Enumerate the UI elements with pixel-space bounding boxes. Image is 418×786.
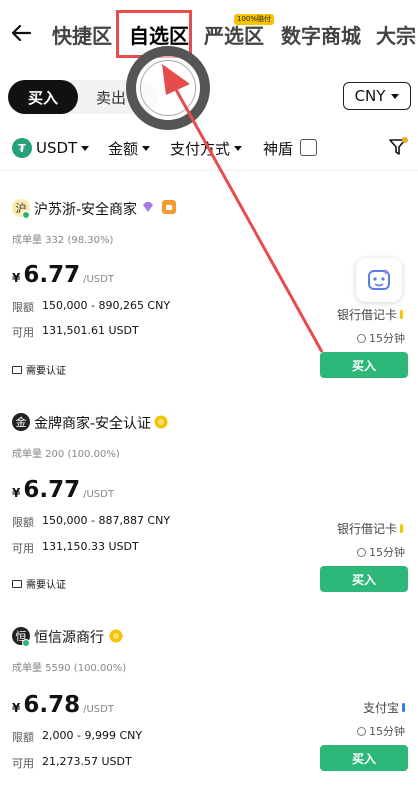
chevron-down-icon [234, 146, 243, 151]
buy-tab[interactable]: 买入 [8, 80, 78, 114]
verify-label: 需要认证 [26, 580, 66, 591]
available-label: 可用 [12, 757, 34, 770]
sell-tab[interactable]: 卖出 [96, 80, 126, 114]
buy-button[interactable]: 买入 [320, 352, 408, 378]
chevron-down-icon [81, 145, 90, 151]
time-label: 15分钟 [369, 332, 405, 345]
payment-filter[interactable]: 支付方式 [170, 138, 243, 159]
id-card-icon [12, 579, 22, 588]
buy-button[interactable]: 买入 [320, 566, 408, 592]
diamond-icon [143, 202, 153, 212]
order-stats: 成单量 5590 (100.00%) [12, 663, 127, 674]
payment-method: 支付宝 [363, 701, 400, 715]
alipay-indicator [402, 703, 406, 712]
shield-checkbox[interactable] [300, 139, 317, 156]
verify-label: 需要认证 [26, 366, 66, 377]
time-label: 15分钟 [369, 546, 405, 559]
verify-required: 需要认证 [12, 576, 66, 591]
currency-label: CNY [354, 87, 386, 105]
time-label: 15分钟 [369, 725, 405, 738]
available-value: 131,150.33 USDT [42, 540, 139, 553]
chevron-down-icon [391, 93, 400, 99]
id-card-icon [12, 365, 22, 374]
amount-label: 金额 [108, 140, 139, 158]
payment-method: 银行借记卡 [337, 308, 398, 322]
payment-method: 银行借记卡 [337, 522, 398, 536]
payment-time: 15分钟 [357, 723, 405, 739]
clock-icon [357, 726, 366, 736]
limit-label: 限额 [12, 731, 34, 744]
assistant-bot-icon[interactable] [356, 258, 402, 302]
price-unit: /USDT [83, 489, 114, 500]
divider [0, 170, 418, 171]
clock-icon [357, 333, 366, 343]
verify-required: 需要认证 [12, 362, 66, 377]
merchant-avatar: 金 [12, 413, 30, 431]
coin-filter[interactable]: ₮ USDT [12, 138, 90, 158]
bank-indicator [400, 310, 404, 319]
merchant-name[interactable]: 沪苏浙-安全商家 [34, 199, 137, 219]
price-unit: /USDT [83, 704, 114, 715]
payout-badge: 100%赔付 [234, 14, 275, 25]
limit-value: 150,000 - 887,887 CNY [42, 514, 171, 527]
price: 6.77 [23, 477, 81, 503]
payment-label: 支付方式 [170, 140, 231, 158]
available-value: 21,273.57 USDT [42, 755, 132, 768]
limit-label: 限额 [12, 516, 34, 529]
currency-select[interactable]: CNY [343, 82, 411, 110]
online-dot [22, 639, 30, 647]
tab-bulk[interactable]: 大宗 [376, 20, 416, 49]
bank-indicator [400, 524, 404, 533]
gold-medal-icon [109, 629, 123, 643]
chevron-down-icon [142, 146, 151, 151]
available-value: 131,501.61 USDT [42, 324, 139, 337]
price: 6.77 [23, 262, 81, 288]
merchant-name[interactable]: 金牌商家-安全认证 [34, 413, 151, 433]
back-arrow-icon[interactable] [10, 22, 32, 44]
limit-value: 150,000 - 890,265 CNY [42, 299, 171, 312]
tab-digital-mall[interactable]: 数字商城 [281, 20, 361, 49]
shield-filter-label: 神盾 [263, 140, 294, 158]
merchant-badge-icon [162, 200, 176, 214]
available-label: 可用 [12, 326, 34, 339]
currency-symbol: ¥ [12, 271, 21, 285]
available-label: 可用 [12, 542, 34, 555]
coin-label: USDT [36, 139, 78, 157]
buy-button[interactable]: 买入 [320, 745, 408, 771]
amount-filter[interactable]: 金额 [108, 138, 151, 159]
payment-time: 15分钟 [357, 544, 405, 560]
currency-symbol: ¥ [12, 701, 21, 715]
limit-label: 限额 [12, 301, 34, 314]
tab-quick[interactable]: 快捷区 [52, 20, 112, 49]
bot-face-icon [368, 269, 390, 290]
price: 6.78 [23, 692, 81, 718]
payment-time: 15分钟 [357, 330, 405, 346]
order-stats: 成单量 200 (100.00%) [12, 449, 120, 460]
filter-icon[interactable] [388, 137, 408, 157]
currency-symbol: ¥ [12, 486, 21, 500]
touch-indicator-inner [140, 60, 196, 116]
clock-icon [357, 547, 366, 557]
online-dot [22, 211, 30, 219]
tether-icon: ₮ [12, 138, 32, 158]
gold-medal-icon [154, 415, 168, 429]
order-stats: 成单量 332 (98.30%) [12, 235, 114, 246]
merchant-name[interactable]: 恒信源商行 [34, 627, 104, 647]
limit-value: 2,000 - 9,999 CNY [42, 729, 143, 742]
price-unit: /USDT [83, 274, 114, 285]
